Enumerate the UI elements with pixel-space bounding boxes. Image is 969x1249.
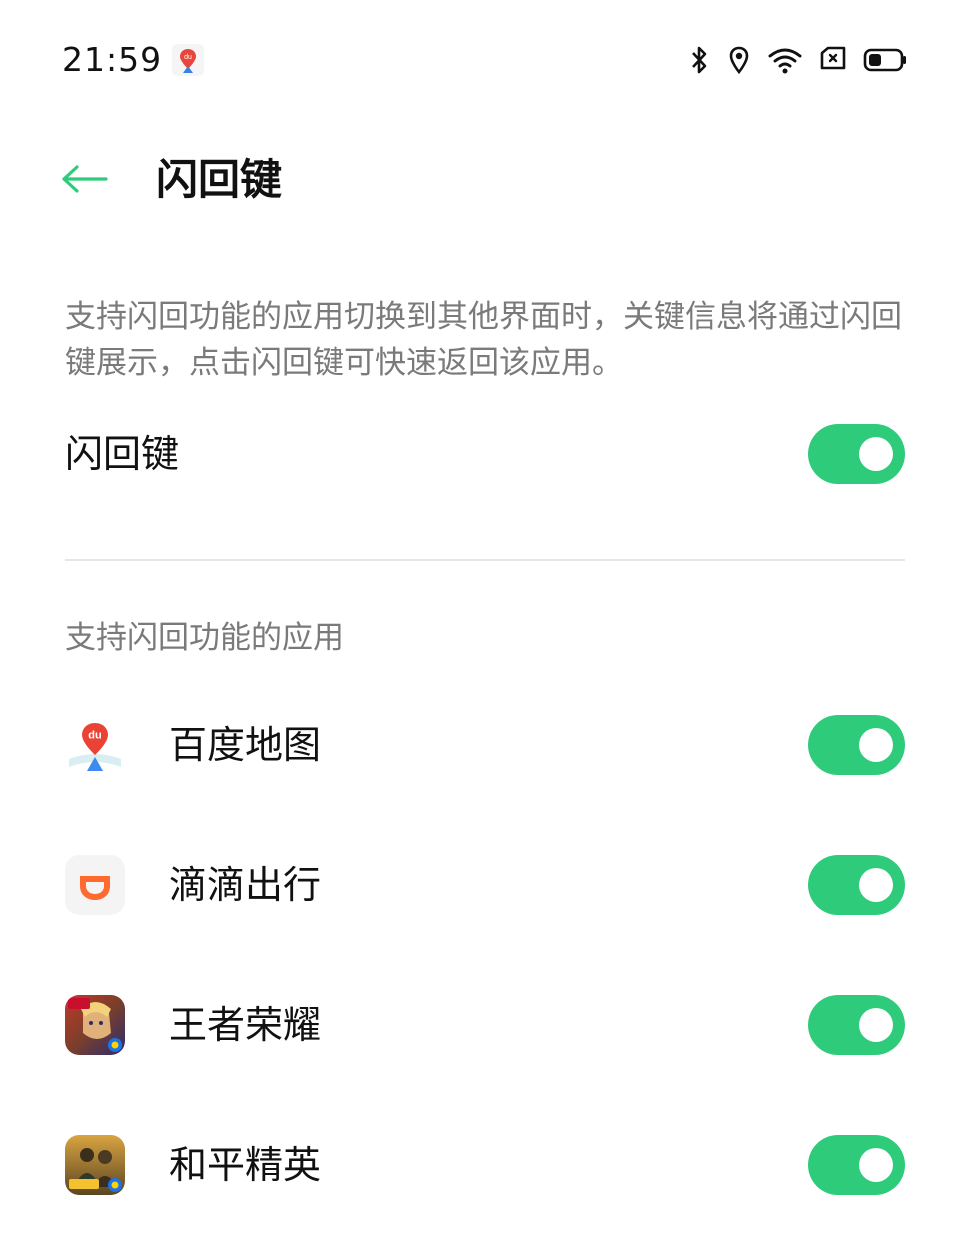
svg-text:du: du — [88, 730, 101, 742]
location-icon — [727, 45, 751, 75]
sim-card-icon — [819, 45, 847, 75]
app-row-baidu-maps: du 百度地图 — [65, 715, 905, 775]
divider — [65, 559, 905, 561]
didi-toggle[interactable] — [808, 855, 905, 915]
baidu-maps-icon: du — [65, 715, 125, 775]
bluetooth-icon — [687, 45, 711, 75]
baidu-maps-notification-icon: du — [172, 44, 204, 76]
status-icons — [687, 40, 907, 80]
svg-text:du: du — [184, 54, 192, 61]
page-title: 闪回键 — [156, 155, 283, 204]
toggle-knob — [859, 728, 893, 762]
app-row-didi: 滴滴出行 — [65, 855, 905, 915]
flashback-key-label: 闪回键 — [65, 432, 180, 476]
section-title: 支持闪回功能的应用 — [65, 620, 344, 656]
toggle-knob — [859, 868, 893, 902]
peacekeeper-elite-icon — [65, 1135, 125, 1195]
status-time: 21:59 — [62, 40, 163, 79]
app-row-honor-of-kings: 王者荣耀 — [65, 995, 905, 1055]
toggle-knob — [859, 437, 893, 471]
flashback-key-toggle[interactable] — [808, 424, 905, 484]
app-name: 滴滴出行 — [169, 863, 322, 907]
wifi-icon — [767, 45, 803, 75]
arrow-left-icon — [60, 164, 108, 198]
peacekeeper-elite-toggle[interactable] — [808, 1135, 905, 1195]
app-name: 百度地图 — [169, 723, 322, 767]
baidu-maps-toggle[interactable] — [808, 715, 905, 775]
battery-icon — [863, 45, 907, 75]
feature-description: 支持闪回功能的应用切换到其他界面时，关键信息将通过闪回键展示，点击闪回键可快速返… — [65, 299, 902, 381]
honor-of-kings-toggle[interactable] — [808, 995, 905, 1055]
app-name: 和平精英 — [169, 1143, 322, 1187]
flashback-key-row: 闪回键 — [65, 424, 905, 484]
honor-of-kings-icon — [65, 995, 125, 1055]
toggle-knob — [859, 1008, 893, 1042]
app-name: 王者荣耀 — [169, 1003, 322, 1047]
toggle-knob — [859, 1148, 893, 1182]
back-button[interactable] — [56, 156, 112, 206]
didi-icon — [65, 855, 125, 915]
app-row-peacekeeper-elite: 和平精英 — [65, 1135, 905, 1195]
